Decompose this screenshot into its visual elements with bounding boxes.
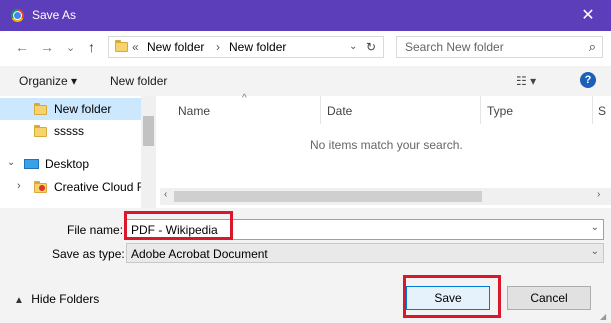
up-button[interactable]: ↑	[88, 39, 95, 55]
organize-button[interactable]: Organize ▾	[19, 74, 77, 88]
tree-item-label: Creative Cloud F	[54, 180, 145, 194]
chevron-down-icon[interactable]: ⌄	[591, 222, 599, 233]
column-header-date[interactable]: Date	[327, 104, 352, 118]
empty-message: No items match your search.	[310, 138, 463, 152]
breadcrumb-separator: ›	[216, 40, 220, 54]
chevron-down-icon[interactable]: ⌄	[7, 157, 15, 168]
toolbar: Organize ▾ New folder ☷ ▾ ?	[0, 66, 611, 96]
tree-item-label: Desktop	[45, 157, 90, 171]
forward-button[interactable]: →	[40, 39, 54, 55]
navigation-tree: New folder sssss ⌄ Desktop › Creative Cl…	[0, 96, 156, 208]
column-header-size[interactable]: S	[598, 104, 606, 118]
breadcrumb-item[interactable]: New folder	[147, 40, 204, 54]
savetype-select[interactable]: Adobe Acrobat Document ⌄	[126, 243, 604, 263]
tree-item-label: New folder	[54, 102, 112, 116]
tree-scrollbar[interactable]	[141, 96, 156, 208]
folder-icon	[34, 103, 47, 115]
new-folder-button[interactable]: New folder	[110, 74, 167, 88]
savetype-label: Save as type:	[52, 247, 125, 261]
address-bar[interactable]: « New folder › New folder ⌄ ↻	[108, 36, 384, 58]
chevron-right-icon[interactable]: ›	[17, 180, 21, 192]
column-separator	[480, 96, 481, 124]
scroll-left-icon[interactable]: ‹	[164, 189, 167, 200]
resize-grip-icon[interactable]: ◢	[600, 312, 608, 321]
column-header-type[interactable]: Type	[487, 104, 513, 118]
search-input[interactable]: Search New folder ⌕	[396, 36, 603, 58]
refresh-icon[interactable]: ↻	[366, 40, 376, 54]
address-dropdown-button[interactable]: ⌄	[349, 41, 357, 52]
chevron-up-icon: ▲	[14, 295, 24, 306]
search-placeholder: Search New folder	[405, 40, 504, 54]
filename-label: File name:	[67, 223, 124, 237]
desktop-icon	[24, 159, 39, 169]
sort-arrow-icon: ^	[242, 93, 247, 104]
hide-folders-button[interactable]: ▲ Hide Folders	[14, 292, 99, 306]
title-bar: Save As ✕	[0, 0, 611, 31]
folder-icon	[34, 125, 47, 137]
folder-icon	[115, 40, 128, 52]
column-separator	[320, 96, 321, 124]
back-button[interactable]: ←	[15, 39, 29, 55]
highlight-box	[403, 275, 501, 318]
recent-locations-button[interactable]: ⌄	[66, 41, 75, 54]
tree-item-label: sssss	[54, 124, 84, 138]
tree-item-desktop[interactable]: ⌄ Desktop	[0, 153, 156, 175]
tree-item-new-folder[interactable]: New folder	[0, 98, 156, 120]
hide-folders-label: Hide Folders	[31, 292, 100, 306]
search-icon[interactable]: ⌕	[589, 39, 596, 55]
breadcrumb-overflow[interactable]: «	[132, 40, 139, 54]
scrollbar-thumb[interactable]	[143, 116, 154, 146]
window-title: Save As	[32, 8, 77, 22]
chrome-icon	[11, 9, 24, 22]
highlight-box	[124, 211, 233, 240]
column-header-name[interactable]: Name	[178, 104, 210, 118]
help-icon[interactable]: ?	[580, 72, 596, 88]
close-button[interactable]: ✕	[565, 0, 611, 31]
savetype-value: Adobe Acrobat Document	[131, 247, 268, 261]
tree-item-sssss[interactable]: sssss	[0, 120, 156, 142]
file-list-hscrollbar[interactable]: ‹ ›	[160, 188, 611, 205]
tree-item-creative-cloud[interactable]: › Creative Cloud F	[0, 176, 156, 198]
creative-cloud-badge	[39, 185, 45, 191]
column-separator	[592, 96, 593, 124]
scroll-right-icon[interactable]: ›	[597, 189, 600, 200]
scrollbar-thumb[interactable]	[174, 191, 482, 202]
view-options-button[interactable]: ☷ ▾	[516, 74, 536, 88]
cancel-button[interactable]: Cancel	[507, 286, 591, 310]
chevron-down-icon[interactable]: ⌄	[591, 246, 599, 257]
breadcrumb-item[interactable]: New folder	[229, 40, 286, 54]
